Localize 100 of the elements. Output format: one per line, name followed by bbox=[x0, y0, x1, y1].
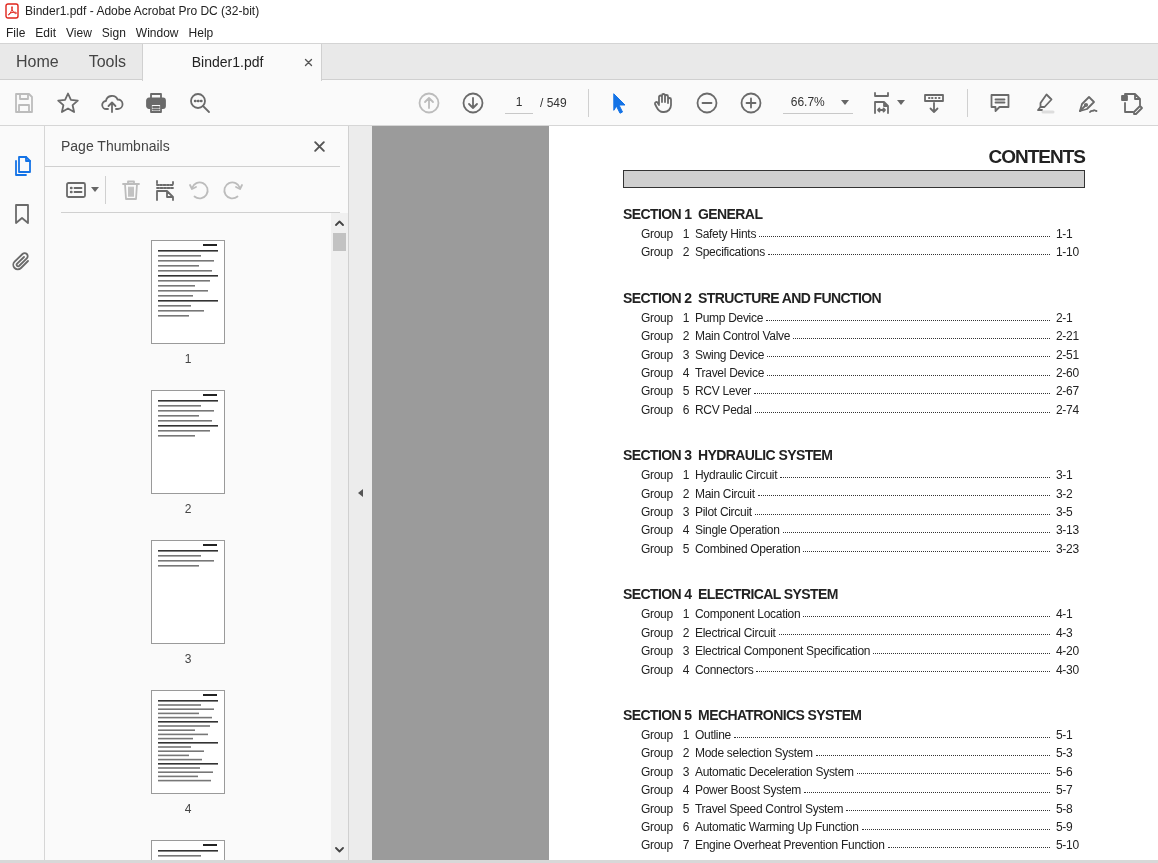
page-reference: 4-1 bbox=[1056, 606, 1074, 624]
group-label: Group bbox=[641, 818, 674, 836]
window-title: Binder1.pdf - Adobe Acrobat Pro DC (32-bit) bbox=[25, 3, 260, 20]
page-reference: 2-51 bbox=[1056, 346, 1080, 364]
group-number: 6 bbox=[681, 818, 689, 836]
group-label: Group bbox=[641, 401, 674, 419]
group-label: Group bbox=[641, 365, 674, 383]
menu-item[interactable]: File bbox=[1, 23, 31, 42]
page-count: / 549 bbox=[540, 94, 567, 112]
chevron-down-icon bbox=[335, 847, 344, 853]
triangle-left-icon bbox=[358, 489, 363, 497]
group-number: 1 bbox=[681, 726, 689, 744]
page-reference: 3-2 bbox=[1056, 485, 1074, 503]
zoom-in-icon bbox=[738, 90, 763, 115]
group-label: Group bbox=[641, 485, 674, 503]
group-title: Mode selection System bbox=[695, 745, 813, 763]
group-label: Group bbox=[641, 763, 674, 781]
group-title: Combined Operation bbox=[695, 540, 801, 558]
tab[interactable]: Tools bbox=[88, 44, 127, 80]
group-label: Group bbox=[641, 661, 674, 679]
page-number-label: 3 bbox=[184, 651, 192, 668]
group-title: Automatic Deceleration System bbox=[695, 763, 854, 781]
page-reference: 3-1 bbox=[1056, 467, 1074, 485]
page-reference: 5-6 bbox=[1056, 763, 1074, 781]
panel-title: Page Thumbnails bbox=[61, 136, 171, 156]
group-label: Group bbox=[641, 540, 674, 558]
group-title: Electrical Component Specification bbox=[695, 643, 871, 661]
page-reference: 3-23 bbox=[1056, 540, 1080, 558]
close-icon bbox=[304, 58, 314, 67]
page-reference: 1-10 bbox=[1056, 244, 1080, 262]
print-icon bbox=[144, 90, 168, 115]
page-number-label: 4 bbox=[184, 801, 192, 818]
contents-heading: CONTENTS bbox=[988, 146, 1085, 167]
group-number: 2 bbox=[681, 244, 689, 262]
group-number: 2 bbox=[681, 485, 689, 503]
group-label: Group bbox=[641, 726, 674, 744]
group-number: 1 bbox=[681, 309, 689, 327]
insert-page-icon bbox=[153, 177, 177, 202]
group-label: Group bbox=[641, 606, 674, 624]
group-title: Electrical Circuit bbox=[695, 624, 776, 642]
group-number: 1 bbox=[681, 226, 689, 243]
group-number: 4 bbox=[681, 365, 689, 383]
group-title: Swing Device bbox=[695, 346, 765, 364]
menu-item[interactable]: Window bbox=[130, 23, 184, 42]
group-label: Group bbox=[641, 837, 674, 855]
page-reference: 2-60 bbox=[1056, 365, 1080, 383]
group-label: Group bbox=[641, 624, 674, 642]
group-number: 7 bbox=[681, 837, 689, 855]
menu-item[interactable]: View bbox=[61, 23, 97, 42]
document-tab[interactable]: Binder1.pdf bbox=[142, 44, 323, 81]
menu-item[interactable]: Sign bbox=[96, 23, 131, 42]
group-number: 5 bbox=[681, 800, 689, 818]
arrow-down-icon bbox=[461, 90, 485, 115]
group-title: Engine Overheat Prevention Function bbox=[695, 837, 885, 855]
group-number: 5 bbox=[681, 383, 689, 401]
tab[interactable]: Home bbox=[16, 44, 59, 80]
page-reference: 2-67 bbox=[1056, 383, 1080, 401]
group-number: 2 bbox=[681, 624, 689, 642]
group-label: Group bbox=[641, 800, 674, 818]
scrollbar-thumb[interactable] bbox=[333, 233, 346, 251]
zoom-field[interactable]: 66.7% bbox=[782, 91, 853, 114]
page-reference: 1-1 bbox=[1056, 226, 1074, 243]
group-title: Pump Device bbox=[695, 309, 764, 327]
group-title: Main Control Valve bbox=[695, 328, 791, 346]
group-title: Pilot Circuit bbox=[695, 504, 752, 522]
page-reference: 5-8 bbox=[1056, 800, 1074, 818]
menu-item[interactable]: Edit bbox=[30, 23, 62, 42]
group-number: 5 bbox=[681, 540, 689, 558]
page-reference: 5-10 bbox=[1056, 837, 1080, 855]
group-number: 3 bbox=[681, 346, 689, 364]
page-number-label: 2 bbox=[184, 501, 192, 518]
page-reference: 4-20 bbox=[1056, 643, 1080, 661]
close-icon bbox=[312, 139, 326, 153]
group-number: 3 bbox=[681, 504, 689, 522]
group-label: Group bbox=[641, 782, 674, 800]
section-heading: SECTION 1 GENERAL bbox=[623, 206, 763, 222]
page-reference: 3-13 bbox=[1056, 522, 1080, 540]
group-label: Group bbox=[641, 244, 674, 262]
page-number-label: 1 bbox=[184, 351, 192, 368]
section-heading: SECTION 5 MECHATRONICS SYSTEM bbox=[623, 706, 862, 723]
caret-icon bbox=[90, 187, 99, 192]
page-reference: 5-1 bbox=[1056, 726, 1074, 744]
caret-icon bbox=[897, 100, 906, 105]
group-title: RCV Lever bbox=[695, 383, 751, 401]
group-label: Group bbox=[641, 522, 674, 540]
page-number-field[interactable]: 1 bbox=[505, 91, 533, 114]
caret-icon bbox=[840, 99, 849, 105]
search-icon bbox=[188, 90, 212, 115]
group-title: Single Operation bbox=[695, 522, 780, 540]
group-label: Group bbox=[641, 383, 674, 401]
group-label: Group bbox=[641, 745, 674, 763]
group-title: Automatic Warming Up Function bbox=[695, 818, 859, 836]
group-number: 1 bbox=[681, 467, 689, 485]
group-number: 4 bbox=[681, 522, 689, 540]
menu-item[interactable]: Help bbox=[183, 23, 219, 42]
zoom-out-icon bbox=[694, 90, 719, 115]
page-reference: 3-5 bbox=[1056, 504, 1074, 522]
section-heading: SECTION 3 HYDRAULIC SYSTEM bbox=[623, 447, 833, 464]
group-title: Component Location bbox=[695, 606, 801, 624]
page-reference: 4-30 bbox=[1056, 661, 1080, 679]
